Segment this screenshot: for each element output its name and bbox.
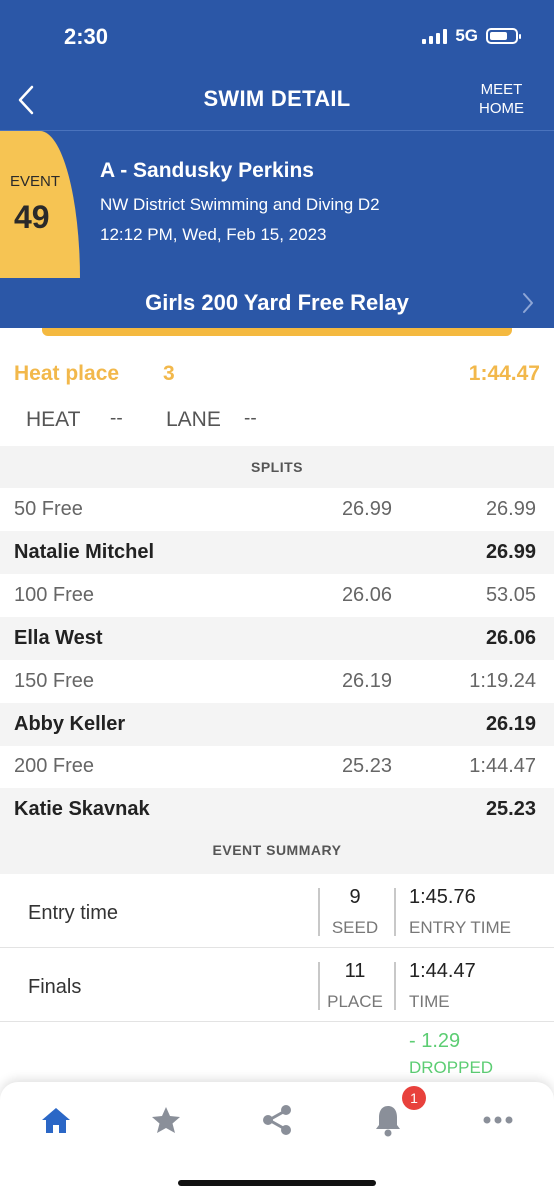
gold-accent-strip bbox=[42, 328, 512, 336]
entry-time-value: 1:45.76 bbox=[409, 886, 476, 908]
heat-time: 1:44.47 bbox=[468, 362, 540, 385]
tab-notifications[interactable] bbox=[368, 1100, 408, 1140]
tab-favorites[interactable] bbox=[146, 1100, 186, 1140]
swimmer-split: 26.19 bbox=[485, 713, 536, 735]
event-title: Girls 200 Yard Free Relay bbox=[145, 290, 409, 315]
meet-home-label: MEET HOME bbox=[479, 81, 524, 117]
seed-label: SEED bbox=[331, 918, 379, 937]
tab-home[interactable] bbox=[36, 1100, 76, 1140]
finals-time-value: 1:44.47 bbox=[409, 960, 476, 982]
heat-place-value: 3 bbox=[163, 362, 175, 385]
place-value: 11 bbox=[344, 960, 366, 982]
split-time: 25.23 bbox=[341, 755, 392, 777]
swimmer-split: 26.99 bbox=[485, 541, 536, 563]
dropped-label: DROPPED bbox=[409, 1058, 494, 1077]
event-number: 49 bbox=[14, 199, 50, 235]
chevron-right-icon bbox=[523, 293, 533, 313]
share-icon bbox=[263, 1105, 291, 1135]
tab-more[interactable] bbox=[478, 1100, 518, 1140]
split-cumulative: 26.99 bbox=[485, 498, 536, 520]
swimmer-name: Abby Keller bbox=[14, 713, 126, 735]
finals-row: Finals 11 PLACE 1:44.47 TIME bbox=[0, 948, 554, 1022]
entry-time-sublabel: ENTRY TIME bbox=[409, 918, 512, 937]
finals-label: Finals bbox=[28, 976, 82, 998]
event-summary-header: EVENT SUMMARY bbox=[0, 830, 554, 874]
dropped-value: - 1.29 bbox=[409, 1030, 461, 1052]
event-header: EVENT 49 A - Sandusky Perkins NW Distric… bbox=[0, 130, 554, 279]
bell-icon bbox=[376, 1106, 400, 1137]
swimmer-split: 26.06 bbox=[485, 627, 536, 649]
swimmer-name: Ella West bbox=[14, 627, 103, 649]
split-row: 100 Free 26.06 53.05 bbox=[0, 574, 554, 617]
event-datetime: 12:12 PM, Wed, Feb 15, 2023 bbox=[100, 225, 327, 244]
status-time: 2:30 bbox=[64, 24, 109, 49]
split-distance: 150 Free bbox=[14, 670, 95, 692]
split-cumulative: 1:19.24 bbox=[469, 670, 536, 692]
tab-share[interactable] bbox=[257, 1100, 297, 1140]
swimmer-row[interactable]: Abby Keller 26.19 bbox=[0, 703, 554, 746]
seed-value: 9 bbox=[349, 886, 361, 908]
entry-time-row: Entry time 9 SEED 1:45.76 ENTRY TIME bbox=[0, 874, 554, 948]
notification-badge: 1 bbox=[402, 1086, 426, 1110]
divider bbox=[394, 888, 396, 936]
more-icon bbox=[483, 1116, 513, 1124]
event-badge-label: EVENT bbox=[10, 173, 61, 190]
star-icon bbox=[152, 1107, 180, 1133]
event-title-bar[interactable]: Girls 200 Yard Free Relay bbox=[0, 278, 554, 328]
swimmer-row[interactable]: Katie Skavnak 25.23 bbox=[0, 788, 554, 831]
team-name: A - Sandusky Perkins bbox=[100, 159, 314, 182]
signal-icon bbox=[422, 28, 448, 44]
meet-name: NW District Swimming and Diving D2 bbox=[100, 195, 380, 214]
swimmer-name: Natalie Mitchel bbox=[14, 541, 155, 563]
split-distance: 200 Free bbox=[14, 755, 95, 777]
heat-place-label: Heat place bbox=[14, 362, 120, 385]
lane-label: LANE bbox=[166, 408, 221, 431]
split-row: 150 Free 26.19 1:19.24 bbox=[0, 660, 554, 703]
split-row: 200 Free 25.23 1:44.47 bbox=[0, 745, 554, 788]
split-row: 50 Free 26.99 26.99 bbox=[0, 488, 554, 531]
split-distance: 50 Free bbox=[14, 498, 83, 520]
page-title: SWIM DETAIL bbox=[203, 86, 351, 111]
splits-header: SPLITS bbox=[0, 446, 554, 488]
swimmer-split: 25.23 bbox=[485, 798, 536, 820]
swimmer-name: Katie Skavnak bbox=[14, 798, 150, 820]
meet-home-button[interactable]: MEET HOME bbox=[479, 80, 524, 118]
divider bbox=[394, 962, 396, 1010]
network-label: 5G bbox=[455, 26, 478, 45]
entry-time-label: Entry time bbox=[28, 902, 119, 924]
split-time: 26.06 bbox=[341, 584, 392, 606]
status-indicators: 5G bbox=[422, 26, 521, 46]
swimmer-row[interactable]: Natalie Mitchel 26.99 bbox=[0, 531, 554, 574]
split-time: 26.99 bbox=[341, 498, 392, 520]
heat-label: HEAT bbox=[26, 408, 81, 431]
place-label: PLACE bbox=[327, 992, 383, 1011]
event-badge: EVENT 49 bbox=[0, 131, 80, 279]
lane-value: -- bbox=[244, 408, 257, 429]
swimmer-row[interactable]: Ella West 26.06 bbox=[0, 617, 554, 660]
split-distance: 100 Free bbox=[14, 584, 95, 606]
header: 2:30 5G SWIM DETAIL MEET HOME bbox=[0, 0, 554, 130]
battery-icon bbox=[486, 28, 521, 44]
split-cumulative: 1:44.47 bbox=[469, 755, 536, 777]
split-cumulative: 53.05 bbox=[485, 584, 536, 606]
home-indicator bbox=[178, 1180, 376, 1186]
split-time: 26.19 bbox=[341, 670, 392, 692]
home-icon bbox=[42, 1108, 70, 1133]
heat-value: -- bbox=[110, 408, 123, 429]
finals-time-label: TIME bbox=[409, 992, 450, 1011]
